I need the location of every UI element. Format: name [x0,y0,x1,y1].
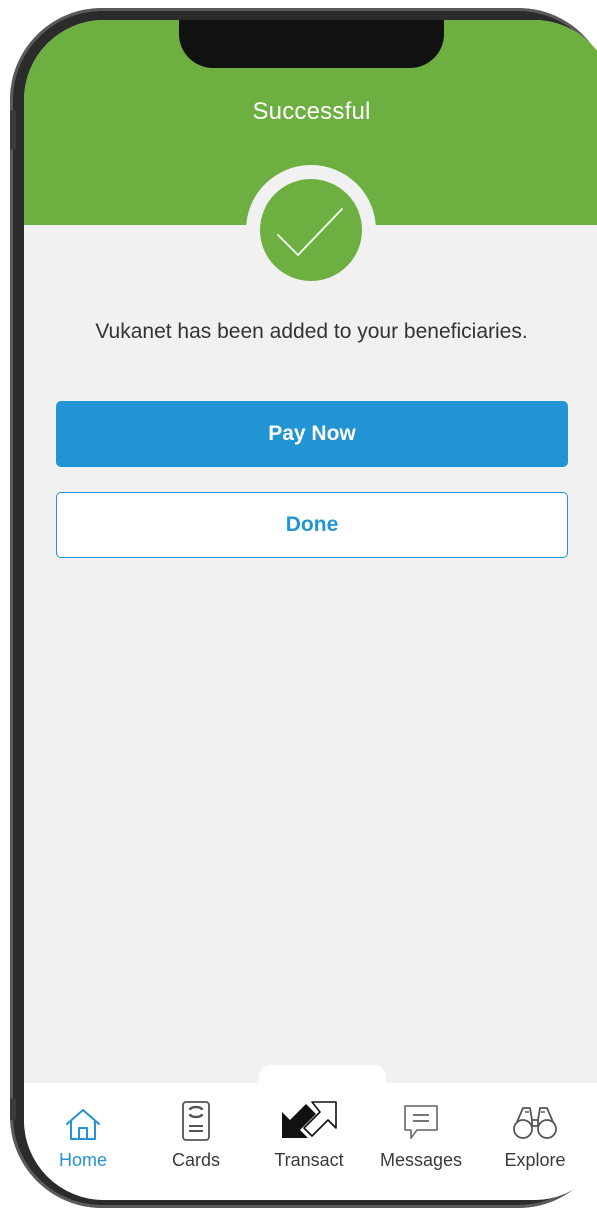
binoculars-icon [511,1092,559,1142]
home-icon [63,1092,103,1142]
tab-transact-label: Transact [274,1150,344,1170]
pay-now-button[interactable]: Pay Now [56,401,568,467]
tab-messages-label: Messages [379,1150,463,1170]
card-icon [180,1092,212,1142]
tab-home-label: Home [58,1150,107,1170]
transact-arrows-icon [278,1092,340,1142]
tab-explore-label: Explore [504,1150,566,1170]
done-button[interactable]: Done [56,492,568,558]
tab-messages[interactable]: Messages [366,1092,476,1171]
tab-explore[interactable]: Explore [480,1092,590,1171]
page-title: Successful [252,98,371,125]
tab-cards[interactable]: Cards [141,1092,251,1171]
message-icon [401,1092,441,1142]
tab-transact[interactable]: Transact [254,1092,364,1171]
success-check-icon [260,179,362,281]
screen: Successful Vukanet has been added to you… [24,20,597,1200]
phone-side-button [10,1098,16,1120]
tab-home[interactable]: Home [28,1092,138,1171]
confirmation-message: Vukanet has been added to your beneficia… [95,320,528,343]
tab-cards-label: Cards [171,1150,220,1170]
phone-notch [179,20,444,68]
phone-side-button [10,110,16,150]
